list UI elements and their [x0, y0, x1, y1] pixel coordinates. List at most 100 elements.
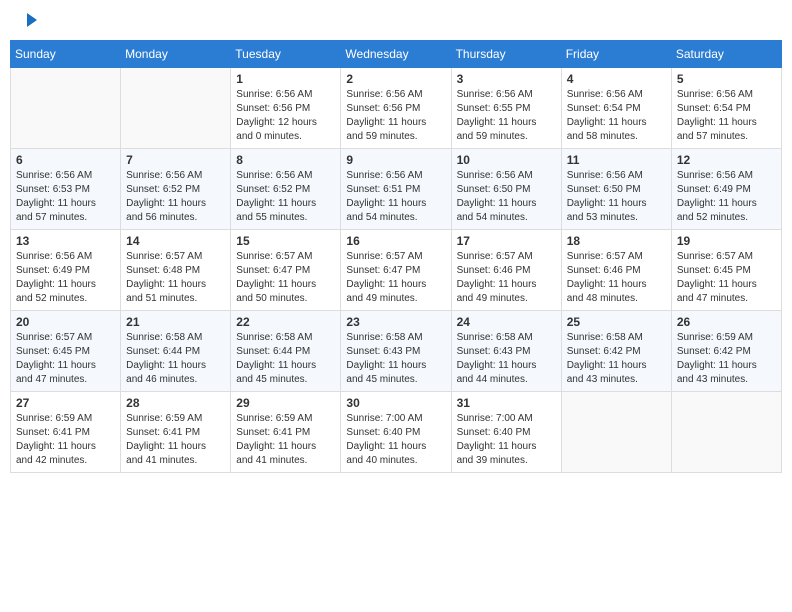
- day-number: 21: [126, 315, 225, 329]
- weekday-header-thursday: Thursday: [451, 41, 561, 68]
- logo-arrow-icon: [27, 13, 37, 27]
- day-number: 7: [126, 153, 225, 167]
- weekday-header-wednesday: Wednesday: [341, 41, 451, 68]
- calendar-cell: 16 Sunrise: 6:57 AMSunset: 6:47 PMDayligh…: [341, 230, 451, 311]
- day-info: Sunrise: 6:58 AMSunset: 6:44 PMDaylight:…: [126, 331, 225, 387]
- day-number: 6: [16, 153, 115, 167]
- calendar-cell: [561, 392, 671, 473]
- day-number: 19: [677, 234, 776, 248]
- calendar-cell: 14 Sunrise: 6:57 AMSunset: 6:48 PMDayligh…: [121, 230, 231, 311]
- calendar-cell: 5 Sunrise: 6:56 AMSunset: 6:54 PMDaylight…: [671, 68, 781, 149]
- day-info: Sunrise: 6:57 AMSunset: 6:45 PMDaylight:…: [677, 250, 776, 306]
- calendar-cell: 27Sunrise: 6:59 AMSunset: 6:41 PMDayligh…: [11, 392, 121, 473]
- calendar-cell: 11 Sunrise: 6:56 AMSunset: 6:50 PMDayligh…: [561, 149, 671, 230]
- calendar-week-row: 27Sunrise: 6:59 AMSunset: 6:41 PMDayligh…: [11, 392, 782, 473]
- calendar-cell: 7 Sunrise: 6:56 AMSunset: 6:52 PMDaylight…: [121, 149, 231, 230]
- day-info: Sunrise: 6:56 AMSunset: 6:52 PMDaylight:…: [126, 169, 225, 225]
- day-number: 25: [567, 315, 666, 329]
- calendar-week-row: 20Sunrise: 6:57 AMSunset: 6:45 PMDayligh…: [11, 311, 782, 392]
- day-number: 30: [346, 396, 445, 410]
- day-info: Sunrise: 6:56 AMSunset: 6:50 PMDaylight:…: [567, 169, 666, 225]
- day-number: 24: [457, 315, 556, 329]
- calendar-cell: 4Sunrise: 6:56 AMSunset: 6:54 PMDaylight…: [561, 68, 671, 149]
- day-info: Sunrise: 6:58 AMSunset: 6:43 PMDaylight:…: [457, 331, 556, 387]
- calendar-cell: 2Sunrise: 6:56 AMSunset: 6:56 PMDaylight…: [341, 68, 451, 149]
- day-number: 31: [457, 396, 556, 410]
- day-info: Sunrise: 6:56 AMSunset: 6:49 PMDaylight:…: [16, 250, 115, 306]
- day-number: 11: [567, 153, 666, 167]
- weekday-header-friday: Friday: [561, 41, 671, 68]
- calendar-cell: 1 Sunrise: 6:56 AMSunset: 6:56 PMDaylight…: [231, 68, 341, 149]
- day-number: 15: [236, 234, 335, 248]
- day-info: Sunrise: 6:56 AMSunset: 6:51 PMDaylight:…: [346, 169, 445, 225]
- day-number: 16: [346, 234, 445, 248]
- calendar-cell: 25 Sunrise: 6:58 AMSunset: 6:42 PMDayligh…: [561, 311, 671, 392]
- day-info: Sunrise: 6:58 AMSunset: 6:43 PMDaylight:…: [346, 331, 445, 387]
- day-info: Sunrise: 6:56 AMSunset: 6:55 PMDaylight:…: [457, 88, 556, 144]
- day-info: Sunrise: 6:56 AMSunset: 6:49 PMDaylight:…: [677, 169, 776, 225]
- day-number: 9: [346, 153, 445, 167]
- day-info: Sunrise: 7:00 AMSunset: 6:40 PMDaylight:…: [457, 412, 556, 468]
- day-info: Sunrise: 6:57 AMSunset: 6:46 PMDaylight:…: [457, 250, 556, 306]
- calendar-week-row: 13 Sunrise: 6:56 AMSunset: 6:49 PMDayligh…: [11, 230, 782, 311]
- day-number: 8: [236, 153, 335, 167]
- calendar-cell: 21 Sunrise: 6:58 AMSunset: 6:44 PMDayligh…: [121, 311, 231, 392]
- day-info: Sunrise: 6:56 AMSunset: 6:54 PMDaylight:…: [677, 88, 776, 144]
- calendar-cell: 15 Sunrise: 6:57 AMSunset: 6:47 PMDayligh…: [231, 230, 341, 311]
- day-info: Sunrise: 6:57 AMSunset: 6:46 PMDaylight:…: [567, 250, 666, 306]
- calendar-week-row: 6 Sunrise: 6:56 AMSunset: 6:53 PMDaylight…: [11, 149, 782, 230]
- calendar-cell: 8 Sunrise: 6:56 AMSunset: 6:52 PMDaylight…: [231, 149, 341, 230]
- day-number: 28: [126, 396, 225, 410]
- calendar-cell: 29 Sunrise: 6:59 AMSunset: 6:41 PMDayligh…: [231, 392, 341, 473]
- calendar-cell: 30Sunrise: 7:00 AMSunset: 6:40 PMDayligh…: [341, 392, 451, 473]
- calendar-cell: 24 Sunrise: 6:58 AMSunset: 6:43 PMDayligh…: [451, 311, 561, 392]
- day-info: Sunrise: 6:56 AMSunset: 6:56 PMDaylight:…: [346, 88, 445, 144]
- day-number: 26: [677, 315, 776, 329]
- day-info: Sunrise: 6:56 AMSunset: 6:52 PMDaylight:…: [236, 169, 335, 225]
- day-info: Sunrise: 6:59 AMSunset: 6:42 PMDaylight:…: [677, 331, 776, 387]
- calendar-cell: 10Sunrise: 6:56 AMSunset: 6:50 PMDayligh…: [451, 149, 561, 230]
- day-number: 18: [567, 234, 666, 248]
- weekday-header-row: SundayMondayTuesdayWednesdayThursdayFrid…: [11, 41, 782, 68]
- calendar-cell: 31 Sunrise: 7:00 AMSunset: 6:40 PMDayligh…: [451, 392, 561, 473]
- logo: [20, 15, 37, 27]
- calendar-cell: 22 Sunrise: 6:58 AMSunset: 6:44 PMDayligh…: [231, 311, 341, 392]
- calendar-cell: 26 Sunrise: 6:59 AMSunset: 6:42 PMDayligh…: [671, 311, 781, 392]
- day-info: Sunrise: 6:57 AMSunset: 6:47 PMDaylight:…: [236, 250, 335, 306]
- calendar-cell: 23 Sunrise: 6:58 AMSunset: 6:43 PMDayligh…: [341, 311, 451, 392]
- weekday-header-saturday: Saturday: [671, 41, 781, 68]
- calendar-cell: 19 Sunrise: 6:57 AMSunset: 6:45 PMDayligh…: [671, 230, 781, 311]
- day-info: Sunrise: 6:57 AMSunset: 6:48 PMDaylight:…: [126, 250, 225, 306]
- day-number: 1: [236, 72, 335, 86]
- page-header: [10, 10, 782, 32]
- day-info: Sunrise: 6:56 AMSunset: 6:56 PMDaylight:…: [236, 88, 335, 144]
- day-number: 22: [236, 315, 335, 329]
- day-number: 5: [677, 72, 776, 86]
- calendar-cell: 13 Sunrise: 6:56 AMSunset: 6:49 PMDayligh…: [11, 230, 121, 311]
- day-info: Sunrise: 6:58 AMSunset: 6:42 PMDaylight:…: [567, 331, 666, 387]
- calendar-cell: 18 Sunrise: 6:57 AMSunset: 6:46 PMDayligh…: [561, 230, 671, 311]
- day-number: 17: [457, 234, 556, 248]
- day-number: 3: [457, 72, 556, 86]
- day-number: 14: [126, 234, 225, 248]
- calendar-cell: [671, 392, 781, 473]
- day-info: Sunrise: 6:58 AMSunset: 6:44 PMDaylight:…: [236, 331, 335, 387]
- day-number: 12: [677, 153, 776, 167]
- day-info: Sunrise: 6:59 AMSunset: 6:41 PMDaylight:…: [126, 412, 225, 468]
- calendar-cell: 20Sunrise: 6:57 AMSunset: 6:45 PMDayligh…: [11, 311, 121, 392]
- day-info: Sunrise: 6:57 AMSunset: 6:47 PMDaylight:…: [346, 250, 445, 306]
- weekday-header-monday: Monday: [121, 41, 231, 68]
- calendar-cell: 12 Sunrise: 6:56 AMSunset: 6:49 PMDayligh…: [671, 149, 781, 230]
- day-info: Sunrise: 6:59 AMSunset: 6:41 PMDaylight:…: [236, 412, 335, 468]
- weekday-header-tuesday: Tuesday: [231, 41, 341, 68]
- day-number: 23: [346, 315, 445, 329]
- day-number: 29: [236, 396, 335, 410]
- calendar-cell: 17 Sunrise: 6:57 AMSunset: 6:46 PMDayligh…: [451, 230, 561, 311]
- day-number: 20: [16, 315, 115, 329]
- day-info: Sunrise: 6:56 AMSunset: 6:53 PMDaylight:…: [16, 169, 115, 225]
- weekday-header-sunday: Sunday: [11, 41, 121, 68]
- day-number: 13: [16, 234, 115, 248]
- calendar-cell: [121, 68, 231, 149]
- calendar-week-row: 1 Sunrise: 6:56 AMSunset: 6:56 PMDaylight…: [11, 68, 782, 149]
- day-number: 10: [457, 153, 556, 167]
